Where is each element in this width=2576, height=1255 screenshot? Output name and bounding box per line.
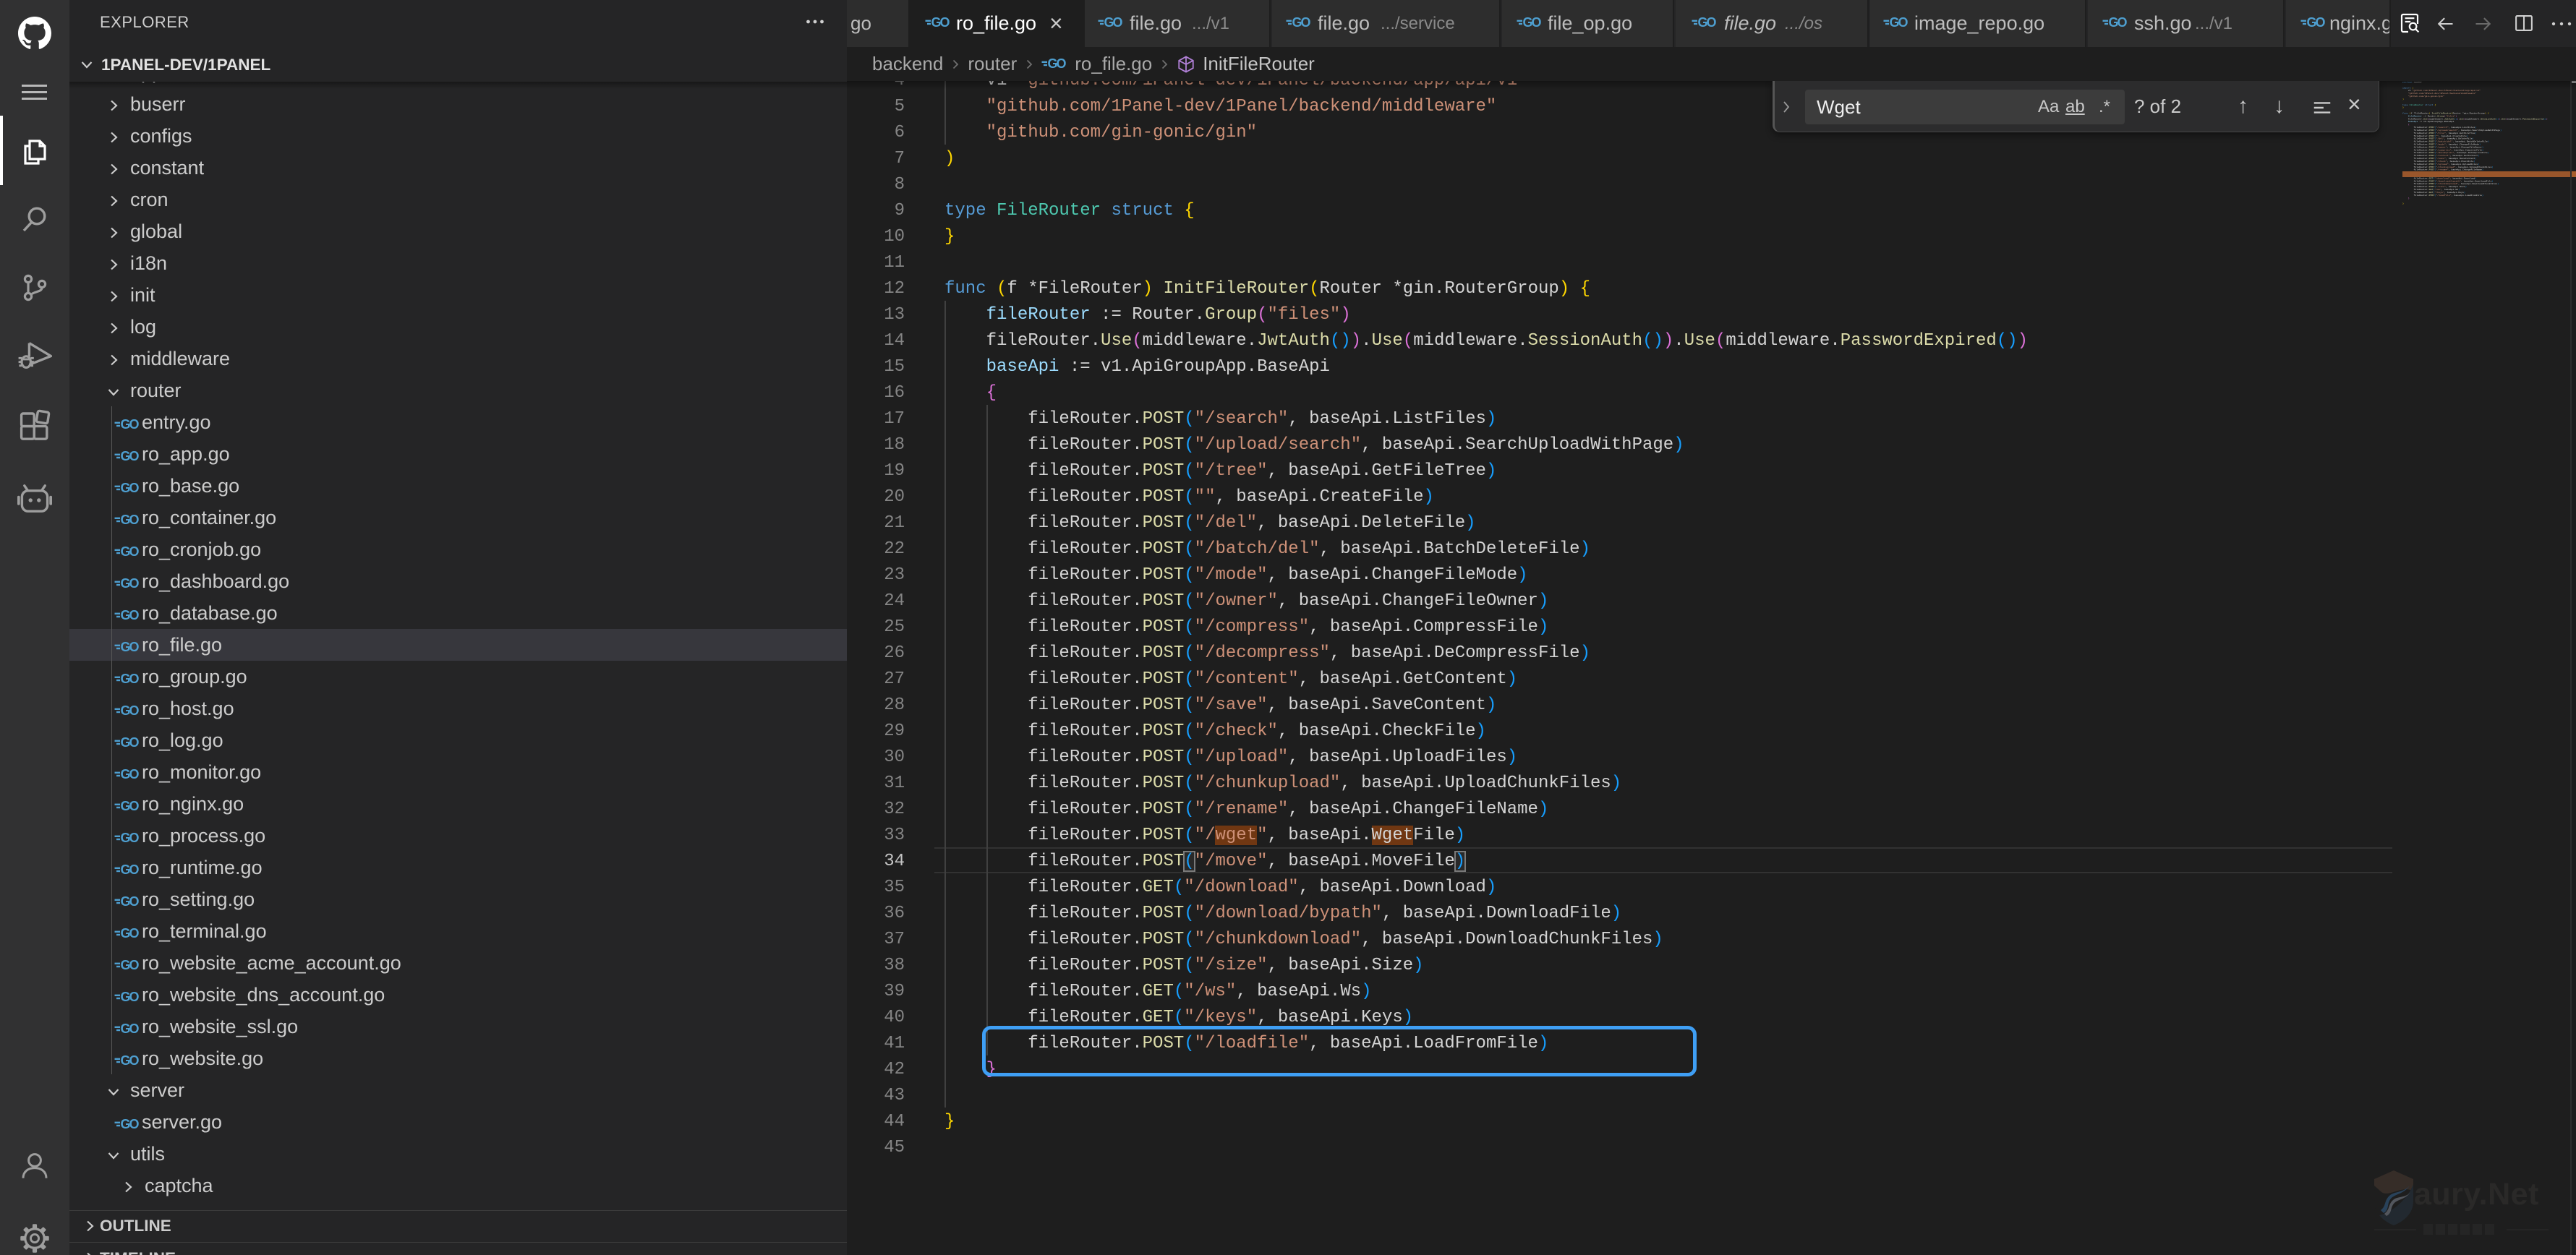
svg-text:GO: GO bbox=[1048, 57, 1067, 71]
svg-text:GO: GO bbox=[121, 545, 140, 559]
svg-text:GO: GO bbox=[121, 800, 140, 813]
svg-text:GO: GO bbox=[121, 609, 140, 622]
svg-text:GO: GO bbox=[121, 1118, 140, 1131]
svg-text:GO: GO bbox=[121, 990, 140, 1004]
svg-text:GO: GO bbox=[121, 481, 140, 495]
svg-text:GO: GO bbox=[121, 704, 140, 718]
svg-text:GO: GO bbox=[121, 672, 140, 686]
svg-text:GO: GO bbox=[2307, 16, 2326, 30]
svg-text:GO: GO bbox=[121, 577, 140, 591]
svg-text:GO: GO bbox=[121, 959, 140, 972]
svg-text:GO: GO bbox=[121, 863, 140, 877]
svg-text:GO: GO bbox=[121, 736, 140, 750]
svg-text:GO: GO bbox=[121, 450, 140, 463]
svg-text:GO: GO bbox=[121, 768, 140, 781]
svg-text:GO: GO bbox=[1104, 16, 1123, 30]
svg-text:GO: GO bbox=[2109, 16, 2128, 30]
svg-text:GO: GO bbox=[121, 927, 140, 941]
svg-text:GO: GO bbox=[1523, 16, 1542, 30]
svg-text:GO: GO bbox=[1890, 16, 1908, 30]
svg-text:GO: GO bbox=[121, 831, 140, 845]
svg-text:GO: GO bbox=[121, 641, 140, 654]
svg-text:GO: GO bbox=[121, 1054, 140, 1068]
svg-text:GO: GO bbox=[121, 1022, 140, 1036]
svg-text:GO: GO bbox=[121, 513, 140, 527]
svg-text:GO: GO bbox=[1292, 16, 1311, 30]
svg-text:GO: GO bbox=[121, 895, 140, 909]
svg-text:GO: GO bbox=[121, 418, 140, 432]
svg-text:GO: GO bbox=[1698, 16, 1717, 30]
svg-text:GO: GO bbox=[931, 16, 950, 30]
